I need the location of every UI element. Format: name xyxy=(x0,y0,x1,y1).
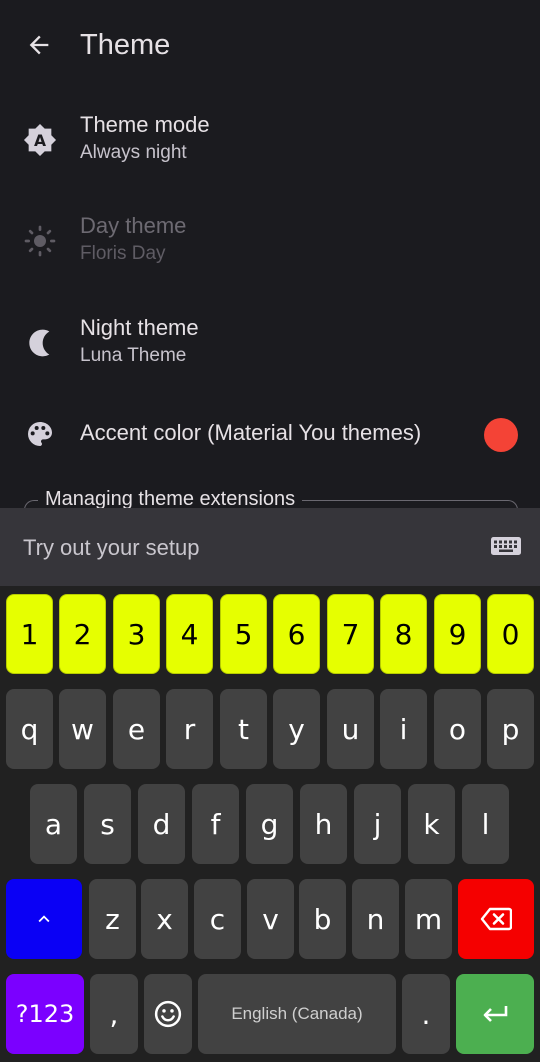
pref-theme-mode[interactable]: A Theme mode Always night xyxy=(0,90,540,190)
pref-accent-color[interactable]: Accent color (Material You themes) xyxy=(0,384,540,484)
key-e[interactable]: e xyxy=(113,689,160,769)
key-4[interactable]: 4 xyxy=(166,594,213,674)
moon-icon xyxy=(20,323,60,363)
key-d[interactable]: d xyxy=(138,784,185,864)
tryout-bar[interactable]: Try out your setup xyxy=(0,508,540,586)
key-s[interactable]: s xyxy=(84,784,131,864)
key-0[interactable]: 0 xyxy=(487,594,534,674)
key-3[interactable]: 3 xyxy=(113,594,160,674)
key-8[interactable]: 8 xyxy=(380,594,427,674)
key-q[interactable]: q xyxy=(6,689,53,769)
key-5[interactable]: 5 xyxy=(220,594,267,674)
pref-night-theme[interactable]: Night theme Luna Theme xyxy=(0,293,540,393)
key-c[interactable]: c xyxy=(194,879,241,959)
key-h[interactable]: h xyxy=(300,784,347,864)
key-j[interactable]: j xyxy=(354,784,401,864)
svg-text:A: A xyxy=(34,132,46,150)
pref-title: Theme mode xyxy=(80,112,210,137)
tryout-input[interactable]: Try out your setup xyxy=(23,534,199,562)
key-w[interactable]: w xyxy=(59,689,106,769)
key-g[interactable]: g xyxy=(246,784,293,864)
pref-title: Accent color (Material You themes) xyxy=(80,420,422,445)
auto-theme-icon: A xyxy=(20,120,60,160)
keyboard-icon[interactable] xyxy=(490,534,522,558)
key-l[interactable]: l xyxy=(462,784,509,864)
key-b[interactable]: b xyxy=(299,879,346,959)
key-i[interactable]: i xyxy=(380,689,427,769)
key-r[interactable]: r xyxy=(166,689,213,769)
key-z[interactable]: z xyxy=(89,879,136,959)
palette-icon xyxy=(20,414,60,454)
app-bar: Theme xyxy=(0,0,540,90)
key-2[interactable]: 2 xyxy=(59,594,106,674)
pref-summary: Always night xyxy=(80,142,187,163)
key-comma[interactable]: , xyxy=(90,974,138,1054)
key-f[interactable]: f xyxy=(192,784,239,864)
pref-day-theme: Day theme Floris Day xyxy=(0,191,540,291)
key-y[interactable]: y xyxy=(273,689,320,769)
key-a[interactable]: a xyxy=(30,784,77,864)
pref-title: Day theme xyxy=(80,213,187,238)
arrow-back-icon xyxy=(29,35,49,55)
enter-icon xyxy=(483,1006,508,1022)
key-6[interactable]: 6 xyxy=(273,594,320,674)
pref-title: Night theme xyxy=(80,315,199,340)
chevron-up-icon xyxy=(38,915,50,923)
back-button[interactable] xyxy=(18,24,60,66)
key-9[interactable]: 9 xyxy=(434,594,481,674)
pref-summary: Luna Theme xyxy=(80,345,187,366)
key-1[interactable]: 1 xyxy=(6,594,53,674)
pref-summary: Floris Day xyxy=(80,243,166,264)
accent-color-swatch[interactable] xyxy=(484,418,518,452)
sun-icon xyxy=(20,221,60,261)
space-key[interactable]: English (Canada) xyxy=(198,974,396,1054)
delete-key[interactable] xyxy=(458,879,534,959)
keyboard: 1 2 3 4 5 6 7 8 9 0 q w e r t y u i o p … xyxy=(0,586,540,1062)
key-p[interactable]: p xyxy=(487,689,534,769)
key-t[interactable]: t xyxy=(220,689,267,769)
key-m[interactable]: m xyxy=(405,879,452,959)
key-x[interactable]: x xyxy=(141,879,188,959)
key-period[interactable]: . xyxy=(402,974,450,1054)
enter-key[interactable] xyxy=(456,974,534,1054)
key-k[interactable]: k xyxy=(408,784,455,864)
emoji-key[interactable] xyxy=(144,974,192,1054)
key-u[interactable]: u xyxy=(327,689,374,769)
symbols-key[interactable]: ?123 xyxy=(6,974,84,1054)
shift-key[interactable] xyxy=(6,879,82,959)
emoji-icon xyxy=(154,1000,182,1028)
key-7[interactable]: 7 xyxy=(327,594,374,674)
backspace-icon xyxy=(480,907,512,931)
key-v[interactable]: v xyxy=(247,879,294,959)
key-n[interactable]: n xyxy=(352,879,399,959)
page-title: Theme xyxy=(80,29,171,61)
key-o[interactable]: o xyxy=(434,689,481,769)
